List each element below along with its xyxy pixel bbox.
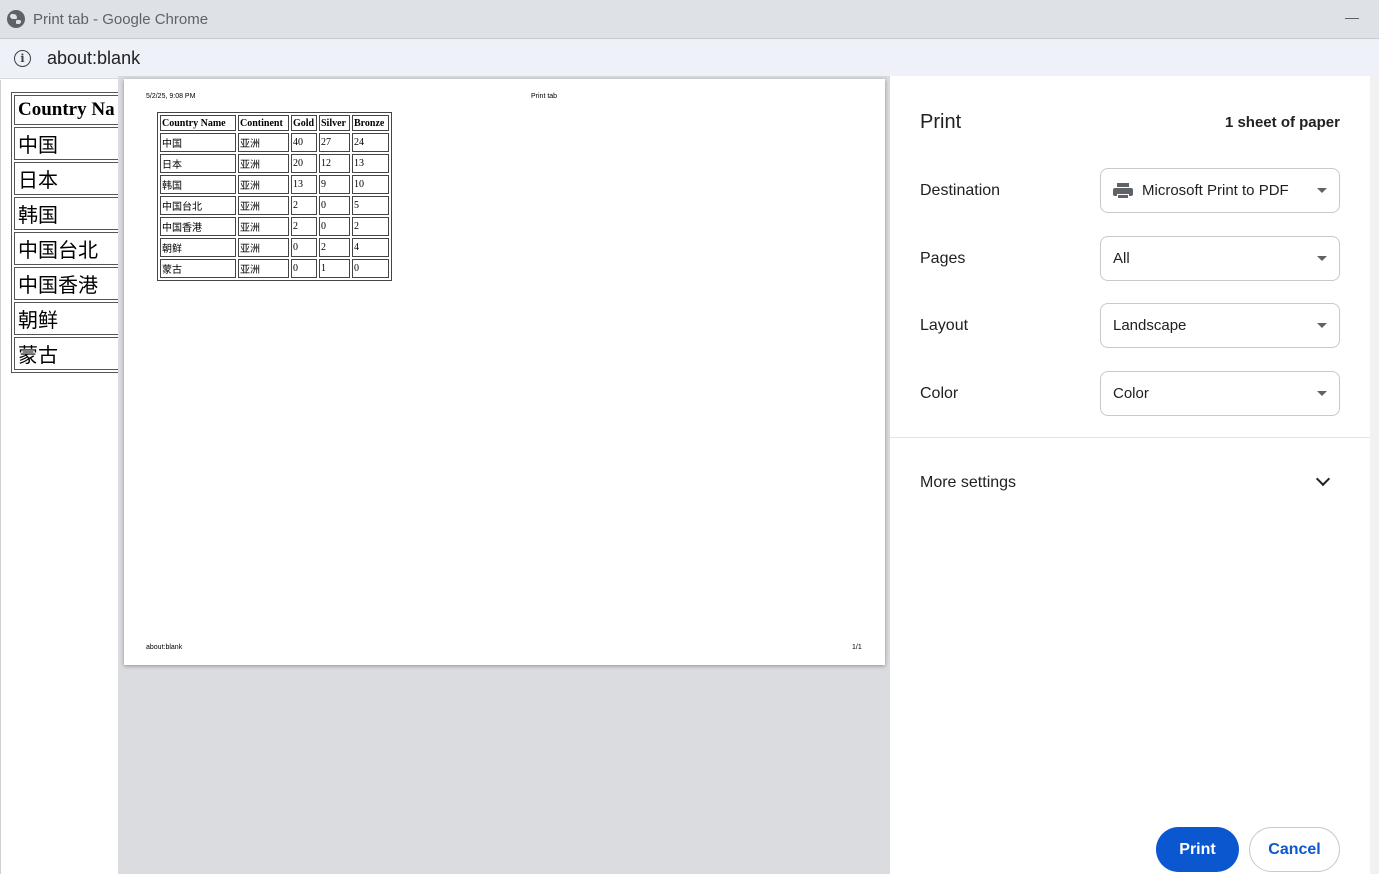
table-cell: 日本 bbox=[160, 154, 236, 173]
table-cell: 24 bbox=[352, 133, 389, 152]
pages-value: All bbox=[1113, 250, 1130, 267]
table-cell: 27 bbox=[319, 133, 350, 152]
sheet-count: 1 sheet of paper bbox=[1224, 114, 1340, 131]
table-cell: 中国香港 bbox=[14, 267, 134, 300]
table-cell: 13 bbox=[352, 154, 389, 173]
dropdown-caret-icon bbox=[1317, 391, 1327, 396]
layout-label: Layout bbox=[920, 317, 969, 334]
table-cell: 10 bbox=[352, 175, 389, 194]
table-cell: 亚洲 bbox=[238, 154, 289, 173]
table-cell: 9 bbox=[319, 175, 350, 194]
preview-footer-url: about:blank bbox=[146, 644, 183, 651]
table-cell: 亚洲 bbox=[238, 175, 289, 194]
table-cell: 中国香港 bbox=[160, 217, 236, 236]
table-cell: 2 bbox=[319, 238, 350, 257]
table-cell: 20 bbox=[291, 154, 317, 173]
table-cell: 朝鲜 bbox=[160, 238, 236, 257]
dropdown-caret-icon bbox=[1317, 256, 1327, 261]
layout-value: Landscape bbox=[1113, 317, 1187, 334]
table-cell: 中国 bbox=[14, 127, 134, 160]
preview-footer-page: 1/1 bbox=[852, 644, 862, 651]
dropdown-caret-icon bbox=[1317, 188, 1327, 193]
table-cell: 0 bbox=[319, 196, 350, 215]
table-cell: 蒙古 bbox=[160, 259, 236, 278]
color-label: Color bbox=[920, 385, 959, 402]
divider bbox=[890, 437, 1370, 438]
table-cell: 4 bbox=[352, 238, 389, 257]
url-text[interactable]: about:blank bbox=[47, 48, 140, 69]
table-cell: 1 bbox=[319, 259, 350, 278]
table-row: 日本 亚洲 20 12 13 bbox=[160, 154, 389, 173]
table-row: 中国香港 亚洲 2 0 2 bbox=[160, 217, 389, 236]
table-cell: 韩国 bbox=[14, 197, 134, 230]
table-row: 中国 亚洲 40 27 24 bbox=[160, 133, 389, 152]
table-cell: 0 bbox=[291, 259, 317, 278]
column-header: Bronze bbox=[352, 115, 389, 131]
minimize-button[interactable] bbox=[1345, 18, 1359, 19]
table-cell: 韩国 bbox=[160, 175, 236, 194]
table-cell: 中国台北 bbox=[14, 232, 134, 265]
destination-value: Microsoft Print to PDF bbox=[1142, 182, 1289, 199]
preview-table-body: 中国 亚洲 40 27 24 日本 亚洲 20 12 13 韩国 亚洲 13 9 10 中国台北 亚洲 2 0 5 中国… bbox=[160, 133, 389, 278]
table-cell: 蒙古 bbox=[14, 337, 134, 370]
table-cell: 亚洲 bbox=[238, 238, 289, 257]
preview-header-date: 5/2/25, 9:08 PM bbox=[146, 93, 196, 100]
table-cell: 40 bbox=[291, 133, 317, 152]
destination-select[interactable]: Microsoft Print to PDF bbox=[1100, 168, 1340, 213]
table-cell: 2 bbox=[291, 196, 317, 215]
title-bar: Print tab - Google Chrome bbox=[0, 0, 1379, 39]
table-cell: 亚洲 bbox=[238, 259, 289, 278]
table-row: 蒙古 亚洲 0 1 0 bbox=[160, 259, 389, 278]
more-settings-toggle[interactable]: More settings bbox=[920, 474, 1016, 492]
column-header: Country Name bbox=[160, 115, 236, 131]
window-title: Print tab - Google Chrome bbox=[33, 10, 209, 28]
table-row: 朝鲜 亚洲 0 2 4 bbox=[160, 238, 389, 257]
print-button[interactable]: Print bbox=[1156, 827, 1239, 872]
table-cell: 朝鲜 bbox=[14, 302, 134, 335]
preview-sheet: 5/2/25, 9:08 PM Print tab Country Name C… bbox=[124, 79, 885, 665]
layout-select[interactable]: Landscape bbox=[1100, 303, 1340, 348]
table-cell: 0 bbox=[352, 259, 389, 278]
address-bar: i about:blank bbox=[0, 39, 1379, 79]
destination-label: Destination bbox=[920, 182, 1001, 199]
table-cell: 中国台北 bbox=[160, 196, 236, 215]
pages-select[interactable]: All bbox=[1100, 236, 1340, 281]
print-settings-panel: Print 1 sheet of paper Destination Micro… bbox=[890, 76, 1370, 874]
table-row: 韩国 亚洲 13 9 10 bbox=[160, 175, 389, 194]
table-cell: 0 bbox=[291, 238, 317, 257]
panel-scrollbar[interactable] bbox=[1370, 76, 1379, 874]
table-cell: 亚洲 bbox=[238, 196, 289, 215]
column-header: Silver bbox=[319, 115, 350, 131]
preview-table: Country Name Continent Gold Silver Bronz… bbox=[157, 112, 392, 281]
table-cell: 13 bbox=[291, 175, 317, 194]
table-cell: 2 bbox=[291, 217, 317, 236]
column-header: Gold bbox=[291, 115, 317, 131]
info-icon[interactable]: i bbox=[14, 50, 31, 67]
globe-icon bbox=[7, 10, 25, 28]
cancel-button[interactable]: Cancel bbox=[1249, 827, 1340, 872]
table-cell: 亚洲 bbox=[238, 133, 289, 152]
preview-header-title: Print tab bbox=[531, 93, 558, 100]
table-cell: 5 bbox=[352, 196, 389, 215]
table-cell: 12 bbox=[319, 154, 350, 173]
table-cell: 2 bbox=[352, 217, 389, 236]
print-heading: Print bbox=[920, 111, 962, 133]
color-value: Color bbox=[1113, 385, 1149, 402]
pages-label: Pages bbox=[920, 250, 966, 267]
table-cell: 亚洲 bbox=[238, 217, 289, 236]
table-row: 中国台北 亚洲 2 0 5 bbox=[160, 196, 389, 215]
background-table-header: Country Na bbox=[14, 95, 134, 125]
chevron-down-icon[interactable] bbox=[1315, 471, 1331, 487]
printer-icon bbox=[1113, 182, 1133, 199]
table-cell: 0 bbox=[319, 217, 350, 236]
dropdown-caret-icon bbox=[1317, 323, 1327, 328]
column-header: Continent bbox=[238, 115, 289, 131]
color-select[interactable]: Color bbox=[1100, 371, 1340, 416]
table-cell: 日本 bbox=[14, 162, 134, 195]
table-cell: 中国 bbox=[160, 133, 236, 152]
